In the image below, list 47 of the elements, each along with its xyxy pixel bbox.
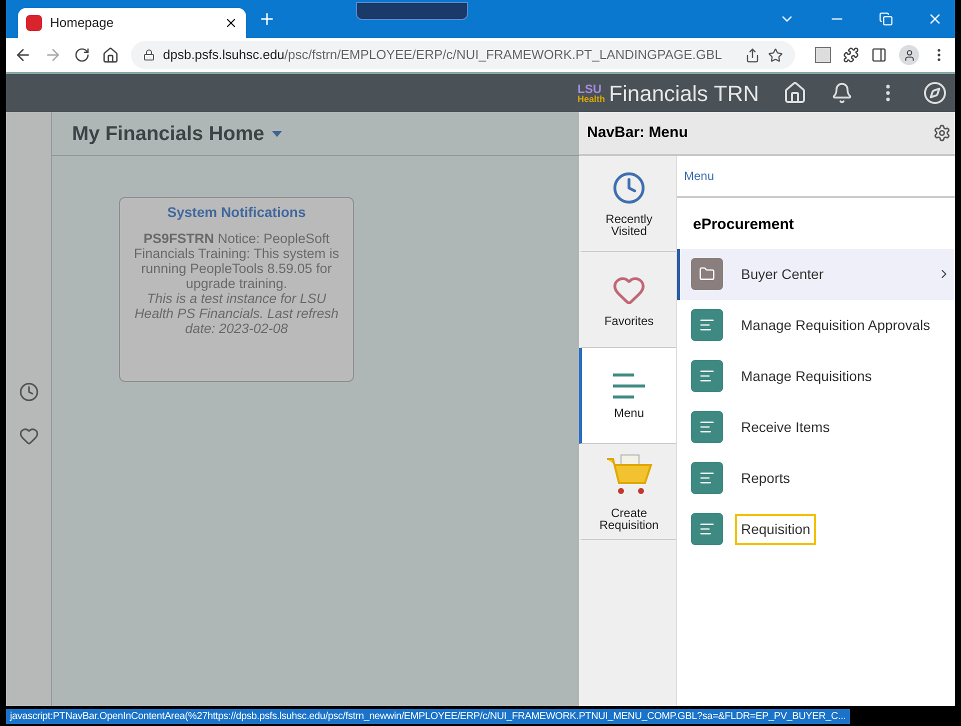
content-icon [691,309,723,341]
home-icon[interactable] [102,46,119,64]
folder-icon [691,258,723,290]
share-icon[interactable] [745,48,760,62]
settings-icon[interactable] [933,124,951,142]
toolbar-handle[interactable] [356,2,468,20]
notice-note: This is a test instance for LSU Health PS Financials. Last refresh date: 2023-02-08 [133,291,340,336]
home-icon[interactable] [783,81,807,105]
reload-icon[interactable] [74,47,90,63]
content-icon [691,513,723,545]
clock-icon [612,170,646,204]
content-icon [691,411,723,443]
tile-title: System Notifications [166,203,307,222]
notification-tile[interactable] [119,197,354,382]
close-icon[interactable] [224,16,238,30]
side-panel-icon[interactable] [871,47,887,63]
navbar-tab[interactable]: Menu [579,348,676,444]
extensions-icon[interactable] [843,47,859,63]
section-heading: eProcurement [692,215,795,235]
lock-icon [143,49,155,61]
bookmark-icon[interactable] [768,48,783,62]
profile-icon[interactable] [899,45,919,65]
address-field[interactable]: dpsb.psfs.lsuhsc.edu/psc/fstrn/EMPLOYEE/ERP/c/NUI_FRAMEWORK.PT_LANDINGPAGE.GBL [131,41,795,69]
browser-tab[interactable]: Homepage [18,8,246,38]
restore-icon[interactable] [879,12,893,26]
content-icon [691,462,723,494]
favicon-icon [26,15,42,31]
app-title: Financials TRN [609,80,759,108]
navbar-icon[interactable] [923,81,947,105]
content-icon [691,360,723,392]
url-text: dpsb.psfs.lsuhsc.edu/psc/fstrn/EMPLOYEE/ERP/c/NUI_FRAMEWORK.PT_LANDINGPAGE.GBL [163,46,723,64]
logo: LSU Health [578,82,606,104]
dropdown-caret-icon[interactable] [272,130,282,136]
notifications-icon[interactable] [831,82,853,104]
menu-icon [612,372,646,398]
back-icon[interactable] [14,46,32,64]
menu-item[interactable]: Buyer Center [677,248,955,300]
tab-title: Homepage [50,14,115,32]
page-title[interactable]: My Financials Home [72,118,264,148]
notice-text: PS9FSTRN Notice: PeopleSoft Financials Training: This system is running PeopleTools 8.59.05 for upgrade training. [132,231,340,291]
breadcrumb-link[interactable]: Menu [684,167,714,185]
extension-icon[interactable] [815,47,831,63]
navbar-title: NavBar: Menu [587,122,689,143]
status-url: javascript:PTNavBar.OpenInContentArea(%27https://dpsb.psfs.lsuhsc.edu/psc/fstrn_newwin/EMPLOYEE/ERP/c/NUI_FRAMEWORK.PTNUI_MENU_COMP.GBL?sa=&FLDR=EP_PV_BUYER_C... [6,708,850,724]
heart-icon[interactable] [18,426,38,446]
clock-icon[interactable] [18,382,38,402]
new-tab-icon[interactable] [258,10,276,28]
